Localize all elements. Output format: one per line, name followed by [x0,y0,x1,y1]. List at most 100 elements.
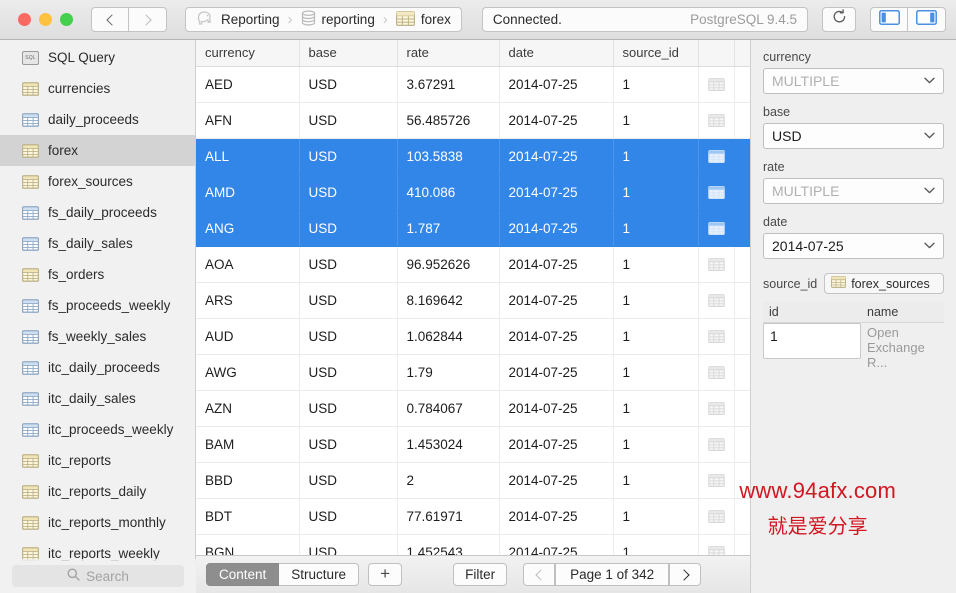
cell-date[interactable]: 2014-07-25 [499,282,614,319]
cell-source-id[interactable]: 1 [613,534,699,555]
table-row[interactable]: BDT USD 77.61971 2014-07-25 1 [196,498,750,535]
cell-base[interactable]: USD [299,66,398,103]
sidebar-item-itc-reports[interactable]: itc_reports [0,445,195,476]
cell-currency[interactable]: AMD [196,174,300,211]
toggle-right-sidebar-button[interactable] [908,7,946,32]
cell-rate[interactable]: 1.787 [397,210,500,247]
cell-currency[interactable]: BGN [196,534,300,555]
sidebar-item-fs-daily-sales[interactable]: fs_daily_sales [0,228,195,259]
relation-link-button[interactable] [698,534,735,555]
table-row[interactable]: AMD USD 410.086 2014-07-25 1 [196,174,750,211]
relation-link-button[interactable] [698,210,735,247]
table-row[interactable]: BGN USD 1.452543 2014-07-25 1 [196,534,750,555]
breadcrumb-item-database[interactable]: reporting [293,8,383,31]
breadcrumb-item-server[interactable]: Reporting [188,8,288,31]
cell-rate[interactable]: 56.485726 [397,102,500,139]
cell-date[interactable]: 2014-07-25 [499,390,614,427]
relation-link-button[interactable] [698,318,735,355]
cell-currency[interactable]: AFN [196,102,300,139]
sidebar-item-forex[interactable]: forex [0,135,195,166]
cell-date[interactable]: 2014-07-25 [499,246,614,283]
cell-base[interactable]: USD [299,534,398,555]
cell-currency[interactable]: BBD [196,462,300,499]
table-row[interactable]: AFN USD 56.485726 2014-07-25 1 [196,102,750,139]
cell-base[interactable]: USD [299,282,398,319]
sidebar-item-sql query[interactable]: SQL SQL Query [0,42,195,73]
cell-currency[interactable]: ANG [196,210,300,247]
sidebar-item-fs-daily-proceeds[interactable]: fs_daily_proceeds [0,197,195,228]
cell-source-id[interactable]: 1 [613,498,699,535]
sidebar-item-currencies[interactable]: currencies [0,73,195,104]
relation-link-button[interactable] [698,390,735,427]
table-row[interactable]: AZN USD 0.784067 2014-07-25 1 [196,390,750,427]
cell-date[interactable]: 2014-07-25 [499,318,614,355]
column-header-currency[interactable]: currency [196,40,300,67]
toggle-left-sidebar-button[interactable] [870,7,908,32]
cell-rate[interactable]: 77.61971 [397,498,500,535]
table-row[interactable]: BBD USD 2 2014-07-25 1 [196,462,750,499]
column-header-base[interactable]: base [299,40,398,67]
cell-source-id[interactable]: 1 [613,210,699,247]
cell-base[interactable]: USD [299,426,398,463]
sidebar-item-daily-proceeds[interactable]: daily_proceeds [0,104,195,135]
relation-link-button[interactable] [698,246,735,283]
forward-button[interactable] [129,7,167,32]
cell-date[interactable]: 2014-07-25 [499,462,614,499]
relation-link-button[interactable] [698,426,735,463]
filter-button[interactable]: Filter [453,563,508,586]
sidebar-item-forex-sources[interactable]: forex_sources [0,166,195,197]
table-row[interactable]: AWG USD 1.79 2014-07-25 1 [196,354,750,391]
table-row[interactable]: ARS USD 8.169642 2014-07-25 1 [196,282,750,319]
relation-link-button[interactable] [698,462,735,499]
cell-date[interactable]: 2014-07-25 [499,66,614,103]
tab-content[interactable]: Content [206,563,280,586]
column-header-date[interactable]: date [499,40,614,67]
breadcrumb-item-table[interactable]: forex [388,8,459,31]
cell-currency[interactable]: AZN [196,390,300,427]
cell-source-id[interactable]: 1 [613,246,699,283]
inspector-select-base[interactable]: USD [763,123,944,149]
sidebar-item-itc-daily-sales[interactable]: itc_daily_sales [0,383,195,414]
cell-source-id[interactable]: 1 [613,426,699,463]
cell-source-id[interactable]: 1 [613,66,699,103]
cell-source-id[interactable]: 1 [613,102,699,139]
cell-rate[interactable]: 103.5838 [397,138,500,175]
cell-currency[interactable]: BDT [196,498,300,535]
cell-currency[interactable]: AUD [196,318,300,355]
cell-currency[interactable]: ARS [196,282,300,319]
minimize-button[interactable] [39,13,52,26]
cell-base[interactable]: USD [299,318,398,355]
cell-source-id[interactable]: 1 [613,390,699,427]
column-header-rate[interactable]: rate [397,40,500,67]
relation-link-button[interactable] [698,174,735,211]
relation-link-button[interactable] [698,138,735,175]
sidebar-item-itc-proceeds-weekly[interactable]: itc_proceeds_weekly [0,414,195,445]
cell-date[interactable]: 2014-07-25 [499,354,614,391]
sidebar-item-fs-weekly-sales[interactable]: fs_weekly_sales [0,321,195,352]
cell-rate[interactable]: 96.952626 [397,246,500,283]
table-row[interactable]: AUD USD 1.062844 2014-07-25 1 [196,318,750,355]
cell-date[interactable]: 2014-07-25 [499,174,614,211]
cell-rate[interactable]: 0.784067 [397,390,500,427]
table-row[interactable]: ALL USD 103.5838 2014-07-25 1 [196,138,750,175]
relation-link-button[interactable] [698,282,735,319]
cell-base[interactable]: USD [299,390,398,427]
table-row[interactable]: BAM USD 1.453024 2014-07-25 1 [196,426,750,463]
cell-rate[interactable]: 8.169642 [397,282,500,319]
sidebar-item-itc-reports-monthly[interactable]: itc_reports_monthly [0,507,195,538]
next-page-button[interactable] [669,563,702,586]
cell-base[interactable]: USD [299,174,398,211]
sidebar-item-itc-daily-proceeds[interactable]: itc_daily_proceeds [0,352,195,383]
cell-source-id[interactable]: 1 [613,318,699,355]
cell-source-id[interactable]: 1 [613,462,699,499]
cell-rate[interactable]: 1.452543 [397,534,500,555]
back-button[interactable] [91,7,129,32]
inspector-select-currency[interactable]: MULTIPLE [763,68,944,94]
cell-source-id[interactable]: 1 [613,138,699,175]
relation-table-chip[interactable]: forex_sources [824,273,944,294]
cell-currency[interactable]: AOA [196,246,300,283]
relation-link-button[interactable] [698,66,735,103]
add-row-button[interactable]: + [368,563,403,586]
relation-link-button[interactable] [698,498,735,535]
cell-currency[interactable]: BAM [196,426,300,463]
